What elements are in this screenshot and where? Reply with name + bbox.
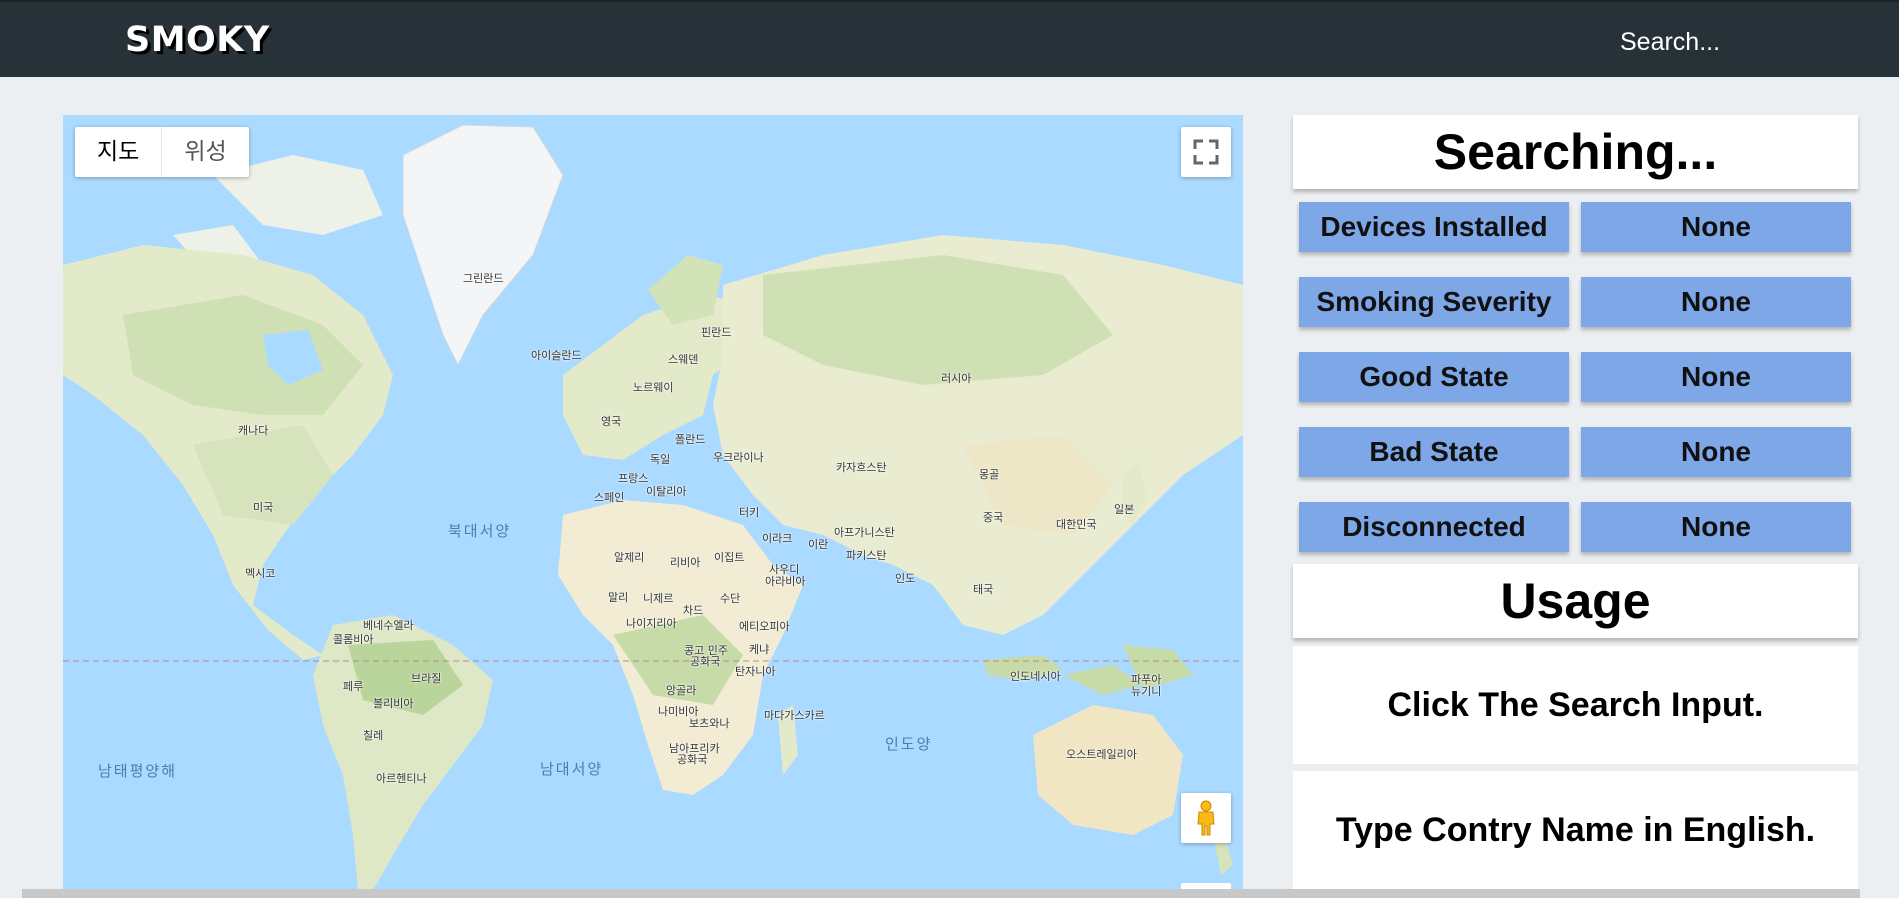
map-tiles	[63, 124, 1243, 890]
map-label: 그린란드	[463, 272, 504, 285]
map-label: 보츠와나	[689, 717, 730, 730]
usage-step-card: Type Contry Name in English.	[1293, 771, 1858, 889]
stat-value-devices-installed: None	[1581, 202, 1851, 252]
stat-label-good-state: Good State	[1299, 352, 1569, 402]
map-label: 아이슬란드	[531, 349, 582, 362]
stat-value-good-state: None	[1581, 352, 1851, 402]
map-label: 멕시코	[245, 567, 276, 580]
ocean-label: 남태평양해	[98, 762, 178, 780]
pegman-icon	[1197, 800, 1215, 836]
usage-step-1: Click The Search Input.	[1387, 686, 1764, 724]
map-label: 프랑스	[618, 472, 649, 485]
stat-label-disconnected: Disconnected	[1299, 502, 1569, 552]
map-label: 아라비아	[765, 575, 806, 588]
map-label: 우크라이나	[713, 451, 764, 464]
map-label: 이탈리아	[646, 485, 687, 498]
stat-value-disconnected: None	[1581, 502, 1851, 552]
map-label: 마다가스카르	[764, 709, 825, 722]
map-label: 이집트	[714, 551, 745, 564]
usage-step-card: Click The Search Input.	[1293, 646, 1858, 764]
ocean-label: 북대서양	[448, 522, 512, 540]
map-label: 브라질	[411, 672, 442, 685]
map-type-satellite-button[interactable]: 위성	[162, 127, 248, 177]
map-label: 터키	[739, 506, 760, 519]
map-label: 스웨덴	[668, 353, 699, 366]
map-label: 볼리비아	[373, 697, 414, 710]
map-label: 공화국	[690, 655, 721, 668]
map-type-control: 지도 위성	[75, 127, 249, 177]
map-label: 영국	[601, 415, 622, 428]
brand-logo[interactable]: SMOKY	[125, 20, 270, 60]
map-label: 중국	[983, 511, 1004, 524]
map-label: 인도네시아	[1010, 670, 1061, 683]
map-label: 알제리	[614, 551, 645, 564]
map-label: 나이지리아	[626, 617, 677, 630]
search-input[interactable]	[1620, 22, 1870, 62]
map-label: 공화국	[677, 753, 708, 766]
stat-label-bad-state: Bad State	[1299, 427, 1569, 477]
horizontal-scrollbar[interactable]	[22, 889, 1860, 898]
stat-value-bad-state: None	[1581, 427, 1851, 477]
stat-label-devices-installed: Devices Installed	[1299, 202, 1569, 252]
map-label: 페루	[343, 680, 364, 693]
map-label: 이라크	[762, 532, 793, 545]
world-map[interactable]: 지도 위성 그린란드 아이슬란드 핀란드 스웨덴 노르웨이 영국 폴란드 독일 …	[63, 115, 1243, 890]
map-label: 캐나다	[238, 424, 269, 437]
stat-value-smoking-severity: None	[1581, 277, 1851, 327]
usage-card: Usage	[1293, 564, 1858, 638]
search-status-card: Searching...	[1293, 115, 1858, 189]
ocean-label: 인도양	[885, 735, 933, 753]
map-label: 핀란드	[701, 326, 732, 339]
map-label: 아르헨티나	[376, 772, 427, 785]
map-label: 미국	[253, 501, 274, 514]
map-type-map-button[interactable]: 지도	[75, 127, 163, 177]
map-label: 독일	[650, 453, 671, 466]
map-label: 인도	[895, 572, 916, 585]
fullscreen-icon	[1193, 139, 1219, 165]
map-label: 차드	[683, 604, 704, 617]
map-label: 일본	[1114, 503, 1135, 516]
map-label: 리비아	[670, 556, 701, 569]
map-label: 오스트레일리아	[1066, 748, 1137, 761]
map-label: 러시아	[941, 372, 972, 385]
map-label: 아프가니스탄	[834, 526, 895, 539]
map-label: 말리	[608, 591, 629, 604]
ocean-label: 남대서양	[540, 760, 604, 778]
map-label: 탄자니아	[735, 665, 776, 678]
top-navbar: SMOKY	[0, 0, 1899, 77]
map-label: 노르웨이	[633, 381, 674, 394]
usage-step-2: Type Contry Name in English.	[1335, 811, 1816, 849]
map-label: 이란	[808, 538, 829, 551]
map-label: 몽골	[979, 468, 1000, 481]
fullscreen-button[interactable]	[1181, 127, 1231, 177]
street-view-pegman[interactable]	[1181, 793, 1231, 843]
map-label: 카자흐스탄	[836, 461, 887, 474]
map-label: 콜롬비아	[333, 633, 374, 646]
map-label: 뉴기니	[1131, 685, 1162, 698]
map-label: 수단	[720, 592, 741, 605]
map-label: 스페인	[594, 491, 625, 504]
map-label: 폴란드	[675, 433, 706, 446]
stat-label-smoking-severity: Smoking Severity	[1299, 277, 1569, 327]
map-label: 태국	[973, 583, 994, 596]
map-label: 니제르	[643, 592, 674, 605]
map-label: 케냐	[749, 643, 770, 656]
usage-title: Usage	[1500, 573, 1651, 629]
map-label: 파키스탄	[846, 549, 887, 562]
map-label: 칠레	[363, 729, 384, 742]
search-status-title: Searching...	[1433, 124, 1718, 180]
map-label: 앙골라	[666, 684, 697, 697]
map-label: 대한민국	[1056, 518, 1097, 531]
map-label: 에티오피아	[739, 620, 790, 633]
